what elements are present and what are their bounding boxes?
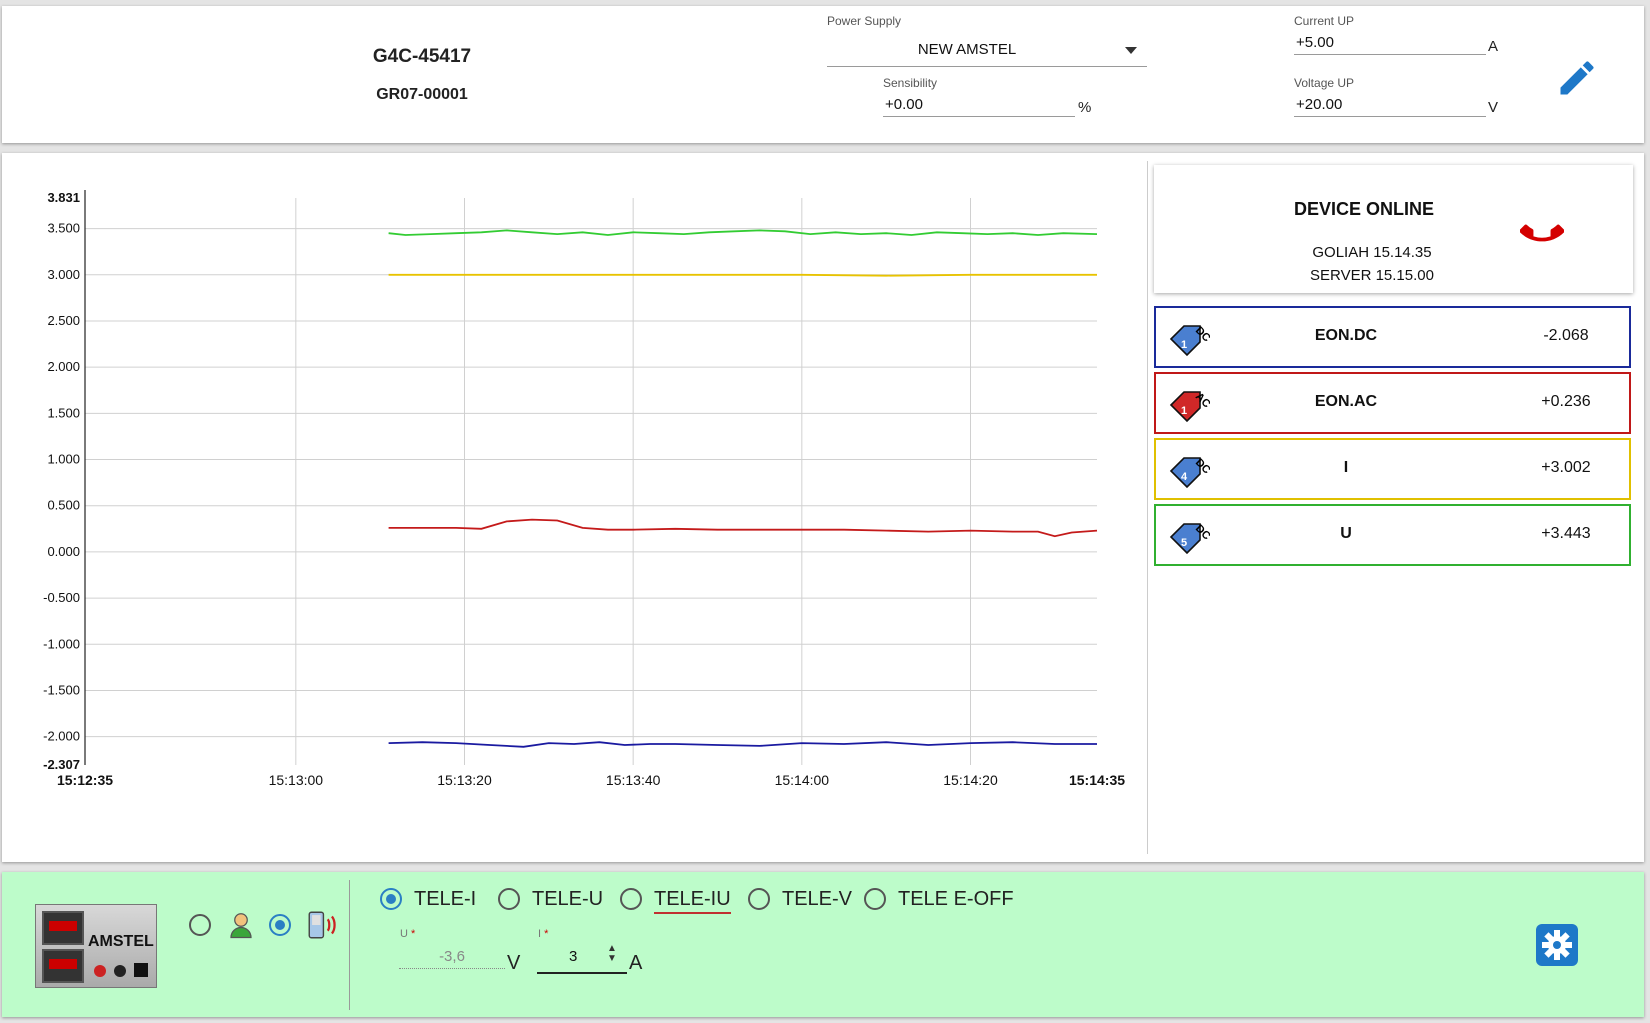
tele-option-label[interactable]: TELE-I [414, 888, 476, 911]
pencil-icon[interactable] [1555, 56, 1599, 100]
chart-series [388, 229, 1098, 748]
channel-value: +3.002 [1541, 459, 1591, 476]
tele-radio-0[interactable] [380, 888, 402, 910]
channel-number: 4 [1181, 471, 1188, 483]
device-code: G4C-45417 [372, 46, 472, 67]
current-up-label: Current UP [1294, 14, 1355, 28]
current-up-input[interactable] [1294, 30, 1486, 55]
voltage-up-unit: V [1488, 99, 1499, 116]
chart-labels: 3.831 3.500 3.000 2.500 2.000 1.500 1.000 0.500… [43, 190, 1125, 788]
channel-tag-icon: DC1 [1169, 325, 1210, 357]
voltage-up-label: Voltage UP [1294, 76, 1355, 90]
power-supply-label: Power Supply [827, 14, 902, 28]
panel-divider [1147, 161, 1148, 854]
y-tick-label: 3.500 [47, 221, 80, 236]
chart-grid [84, 190, 1097, 765]
remote-device-icon [308, 911, 336, 939]
channel-tag-icon: DC5 [1169, 523, 1210, 555]
device-status-title: DEVICE ONLINE [1293, 199, 1435, 219]
device-status-card: DEVICE ONLINE GOLIAH 15.14.35 SERVER 15.… [1154, 165, 1633, 293]
y-tick-label: -2.000 [43, 729, 80, 744]
mode-radio-remote[interactable] [269, 914, 291, 936]
amstel-power-supply-image: AMSTEL [35, 904, 157, 988]
x-tick-label: 15:12:35 [57, 772, 113, 788]
channel-tag-icon: AC1 [1169, 391, 1210, 423]
footer-divider [349, 880, 350, 1010]
stepper-arrows-icon[interactable]: ▲ ▼ [607, 944, 617, 964]
u-value-input[interactable] [399, 944, 505, 969]
channel-number: 1 [1181, 405, 1187, 417]
phone-icon[interactable] [1520, 209, 1564, 253]
tele-option-label[interactable]: TELE-U [532, 888, 603, 911]
series-line-3 [388, 741, 1097, 748]
sensibility-input[interactable] [883, 92, 1075, 117]
series-line-0 [388, 229, 1098, 236]
control-footer: AMSTEL TELE-I TELE-U TELE-IU TELE-V TELE E-O… [2, 872, 1644, 1017]
y-tick-label: 1.500 [47, 405, 80, 420]
x-tick-label: 15:14:20 [943, 772, 998, 788]
y-tick-label: 2.500 [47, 313, 80, 328]
u-field-label: U * [400, 928, 416, 940]
y-tick-label: -0.500 [43, 590, 80, 605]
chevron-down-icon [1125, 47, 1137, 54]
i-value: 3 [569, 948, 578, 965]
user-icon [230, 913, 252, 939]
server-time: SERVER 15.15.00 [1310, 267, 1434, 284]
gear-icon[interactable] [1536, 924, 1578, 966]
device-group: GR07-00001 [376, 86, 468, 103]
tele-radio-1[interactable] [498, 888, 520, 910]
tele-option-label[interactable]: TELE E-OFF [898, 888, 1014, 911]
channel-name: I [1343, 459, 1349, 476]
sensibility-unit: % [1078, 99, 1092, 116]
channel-value: +3.443 [1541, 525, 1591, 542]
mode-radio-user[interactable] [189, 914, 211, 936]
x-tick-label: 15:14:35 [1069, 772, 1125, 788]
y-tick-label: 1.000 [47, 452, 80, 467]
i-field-label: I * [538, 928, 549, 940]
power-supply-value: NEW AMSTEL [917, 41, 1017, 58]
x-tick-label: 15:13:40 [606, 772, 661, 788]
tele-option-label[interactable]: TELE-IU [654, 888, 731, 914]
channel-name: U [1340, 525, 1352, 542]
x-tick-label: 15:13:20 [437, 772, 492, 788]
sensibility-label: Sensibility [883, 76, 938, 90]
tele-radio-3[interactable] [748, 888, 770, 910]
y-tick-label: 0.500 [47, 498, 80, 513]
u-unit: V [507, 952, 521, 974]
y-tick-label: 3.831 [47, 190, 80, 205]
y-tick-label: 0.000 [47, 544, 80, 559]
series-line-1 [388, 273, 1097, 277]
channel-name: EON.DC [1314, 327, 1378, 344]
tele-radio-2[interactable] [620, 888, 642, 910]
y-tick-label: -2.307 [43, 757, 80, 772]
device-header: G4C-45417 GR07-00001 Power Supply NEW AM… [2, 6, 1644, 143]
y-tick-label: -1.000 [43, 636, 80, 651]
channel-value: -2.068 [1543, 327, 1589, 344]
voltage-up-input[interactable] [1294, 92, 1486, 117]
channel-name: EON.AC [1314, 393, 1378, 410]
channel-card[interactable]: AC 1 EON.AC +0.236 [1154, 372, 1631, 434]
y-tick-label: 2.000 [47, 359, 80, 374]
amstel-logo-text: AMSTEL [88, 933, 154, 950]
channel-card[interactable]: DC 5 U +3.443 [1154, 504, 1631, 566]
current-up-unit: A [1488, 38, 1499, 55]
i-value-stepper[interactable]: 3 ▲ ▼ [537, 944, 627, 974]
tele-option-label[interactable]: TELE-V [782, 888, 852, 911]
tele-radio-4[interactable] [864, 888, 886, 910]
series-line-2 [388, 518, 1098, 538]
channel-number: 1 [1181, 339, 1187, 351]
x-tick-label: 15:14:00 [775, 772, 830, 788]
channel-tag-icon: DC4 [1169, 457, 1210, 489]
line-chart: 3.831 3.500 3.000 2.500 2.000 1.500 1.000 0.500… [43, 190, 1125, 788]
channel-card[interactable]: DC 1 EON.DC -2.068 [1154, 306, 1631, 368]
y-tick-label: 3.000 [47, 267, 80, 282]
x-tick-label: 15:13:00 [269, 772, 324, 788]
channel-value: +0.236 [1541, 393, 1591, 410]
channel-number: 5 [1181, 537, 1187, 549]
main-panel: 3.831 3.500 3.000 2.500 2.000 1.500 1.000 0.500… [2, 153, 1644, 862]
power-supply-select[interactable]: NEW AMSTEL [827, 38, 1147, 67]
channel-card[interactable]: DC 4 I +3.002 [1154, 438, 1631, 500]
y-tick-label: -1.500 [43, 682, 80, 697]
i-unit: A [629, 952, 643, 974]
